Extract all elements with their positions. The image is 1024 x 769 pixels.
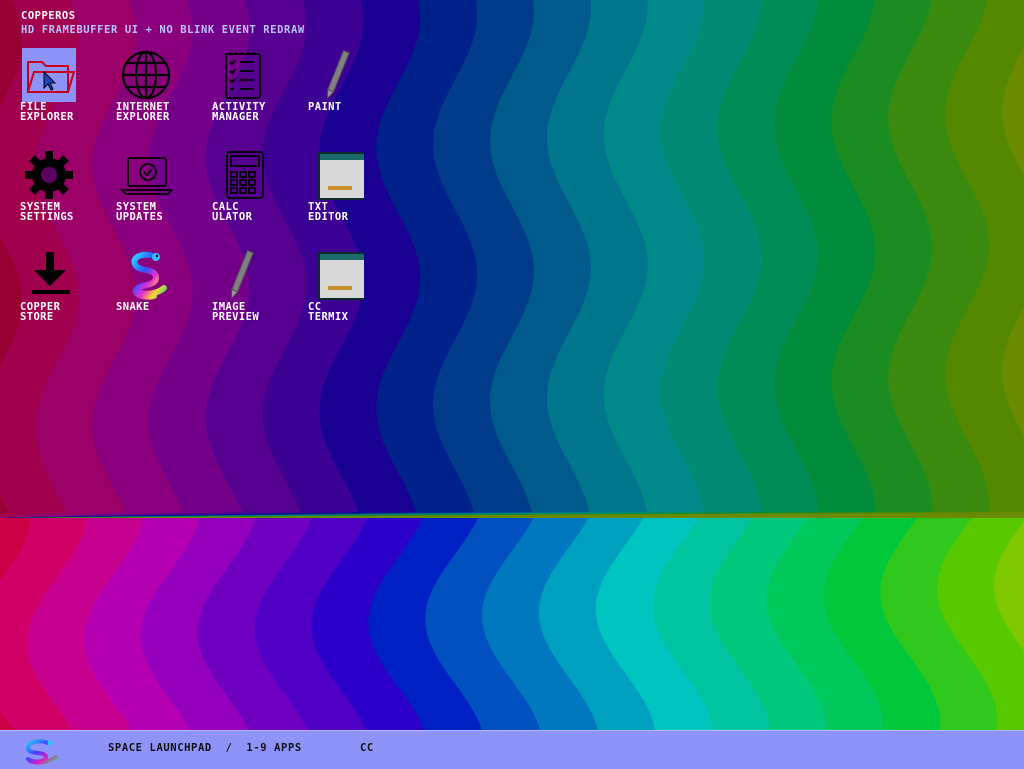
os-subtitle: HD FRAMEBUFFER UI + NO BLINK EVENT REDRA… bbox=[21, 24, 305, 36]
folder-icon bbox=[26, 61, 76, 93]
calculator-app[interactable]: CALC ULATOR bbox=[210, 146, 302, 238]
gear-icon bbox=[25, 151, 73, 199]
download-icon bbox=[32, 252, 70, 294]
app-label: SNAKE bbox=[116, 301, 150, 313]
desktop-header: COPPEROS HD FRAMEBUFFER UI + NO BLINK EV… bbox=[21, 9, 305, 37]
snake-logo-icon[interactable] bbox=[18, 737, 60, 765]
app-label: FILE EXPLORER bbox=[20, 101, 74, 123]
paint-app[interactable]: PAINT bbox=[306, 46, 398, 138]
pen-icon bbox=[231, 250, 254, 300]
app-label: ACTIVITY MANAGER bbox=[212, 101, 266, 123]
os-title: COPPEROS bbox=[21, 10, 76, 22]
laptop-check-icon bbox=[119, 157, 172, 195]
app-label: IMAGE PREVIEW bbox=[212, 301, 260, 323]
checklist-icon bbox=[225, 52, 261, 99]
system-updates-app[interactable]: SYSTEM UPDATES bbox=[114, 146, 206, 238]
pen-icon bbox=[327, 50, 350, 100]
internet-explorer-app[interactable]: INTERNET EXPLORER bbox=[114, 46, 206, 138]
app-label: TXT EDITOR bbox=[308, 201, 349, 223]
activity-manager-app[interactable]: ACTIVITY MANAGER bbox=[210, 46, 302, 138]
file-explorer-app[interactable]: FILE EXPLORER bbox=[18, 46, 110, 138]
app-label: CC TERMIX bbox=[308, 301, 349, 323]
app-label: COPPER STORE bbox=[20, 301, 61, 323]
taskbar: SPACE LAUNCHPAD / 1-9 APPS CC bbox=[0, 730, 1024, 769]
cc-termix-app[interactable]: CC TERMIX bbox=[306, 246, 398, 338]
window-icon bbox=[318, 152, 364, 200]
snake-app[interactable]: SNAKE bbox=[114, 246, 206, 338]
calculator-icon bbox=[226, 151, 264, 199]
globe-icon bbox=[121, 50, 171, 100]
image-preview-app[interactable]: IMAGE PREVIEW bbox=[210, 246, 302, 338]
snake-icon bbox=[131, 251, 167, 300]
launchpad-title: SPACE LAUNCHPAD / 1-9 APPS bbox=[108, 742, 302, 754]
app-label: SYSTEM SETTINGS bbox=[20, 201, 74, 223]
window-icon bbox=[318, 252, 364, 300]
app-label: SYSTEM UPDATES bbox=[116, 201, 164, 223]
txt-editor-app[interactable]: TXT EDITOR bbox=[306, 146, 398, 238]
app-label: PAINT bbox=[308, 101, 342, 113]
copper-store-app[interactable]: COPPER STORE bbox=[18, 246, 110, 338]
system-settings-app[interactable]: SYSTEM SETTINGS bbox=[18, 146, 110, 238]
app-label: INTERNET EXPLORER bbox=[116, 101, 170, 123]
tray-label[interactable]: CC bbox=[360, 742, 374, 754]
app-label: CALC ULATOR bbox=[212, 201, 253, 223]
